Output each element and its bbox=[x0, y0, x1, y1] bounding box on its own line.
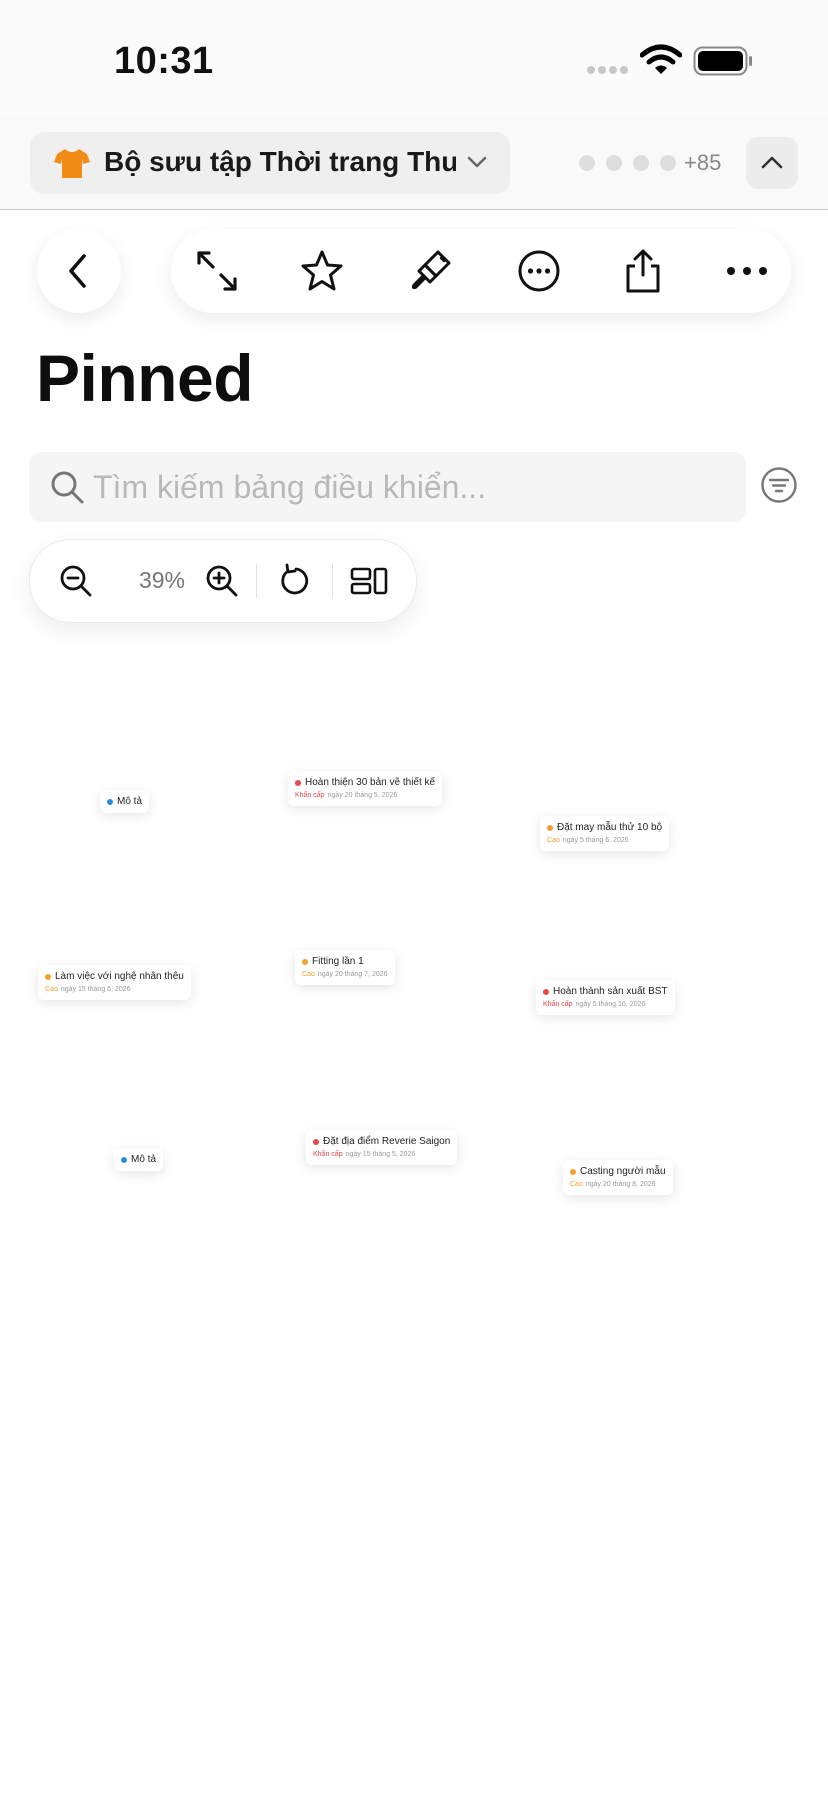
canvas[interactable]: Mô tả Hoàn thiện 30 bản vẽ thiết kế Khẩn… bbox=[0, 640, 828, 1800]
status-dot bbox=[547, 824, 553, 831]
cellular-signal-icon bbox=[587, 66, 628, 74]
toolbar bbox=[171, 229, 791, 313]
status-dot bbox=[121, 1156, 127, 1163]
canvas-card[interactable]: Đặt địa điểm Reverie Saigon Khẩn cấp ngày… bbox=[306, 1130, 458, 1165]
search-icon bbox=[51, 471, 84, 504]
status-dot bbox=[107, 798, 113, 805]
battery-icon bbox=[693, 46, 752, 76]
page-title: Pinned bbox=[36, 341, 254, 415]
wifi-icon bbox=[640, 44, 682, 74]
more-circle-icon[interactable] bbox=[517, 249, 561, 293]
canvas-card[interactable]: Mô tả bbox=[114, 1148, 164, 1171]
shirt-icon bbox=[54, 149, 90, 178]
canvas-card[interactable]: Hoàn thiện 30 bản vẽ thiết kế Khẩn cấp ng… bbox=[288, 771, 443, 806]
canvas-card[interactable]: Mô tả bbox=[100, 790, 150, 813]
filter-icon[interactable] bbox=[760, 466, 798, 504]
status-time: 10:31 bbox=[114, 40, 214, 82]
search-input[interactable] bbox=[93, 452, 733, 522]
chevron-left-icon bbox=[69, 254, 86, 288]
canvas-card[interactable]: Hoàn thành sản xuất BST Khẩn cấp ngày 5 t… bbox=[536, 980, 675, 1015]
chevron-up-icon bbox=[761, 156, 783, 169]
canvas-card[interactable]: Fitting lần 1 Cao ngày 20 tháng 7, 2026 bbox=[295, 950, 395, 985]
layout-icon[interactable] bbox=[350, 563, 388, 599]
expand-icon[interactable] bbox=[195, 249, 239, 293]
status-dot bbox=[302, 958, 308, 965]
zoom-out-icon[interactable] bbox=[58, 563, 94, 599]
paintbrush-icon[interactable] bbox=[408, 249, 452, 293]
status-dot bbox=[570, 1168, 576, 1175]
zoom-in-icon[interactable] bbox=[204, 563, 240, 599]
search-box bbox=[29, 452, 746, 522]
collapse-header-button[interactable] bbox=[746, 137, 798, 189]
ellipsis-icon[interactable] bbox=[725, 249, 769, 293]
zoom-level: 39% bbox=[138, 567, 186, 593]
back-button[interactable] bbox=[37, 229, 121, 313]
canvas-card[interactable]: Làm việc với nghệ nhân thêu Cao ngày 15 t… bbox=[38, 965, 191, 1000]
star-icon[interactable] bbox=[300, 249, 344, 293]
canvas-card[interactable]: Casting người mẫu Cao ngày 20 tháng 8, 20… bbox=[563, 1160, 673, 1195]
divider bbox=[256, 564, 257, 598]
status-dot bbox=[295, 779, 301, 786]
status-dot bbox=[313, 1138, 319, 1145]
canvas-card[interactable]: Đặt may mẫu thử 10 bộ Cao ngày 5 tháng 6,… bbox=[540, 816, 670, 851]
reset-zoom-icon[interactable] bbox=[278, 563, 314, 599]
status-dot bbox=[45, 973, 51, 980]
member-avatars[interactable] bbox=[578, 154, 678, 172]
member-count[interactable]: +85 bbox=[684, 150, 721, 176]
chevron-down-icon[interactable] bbox=[466, 154, 488, 170]
collection-title: Bộ sưu tập Thời trang Thu... bbox=[104, 146, 456, 177]
status-dot bbox=[543, 988, 549, 995]
share-icon[interactable] bbox=[621, 249, 665, 293]
divider bbox=[332, 564, 333, 598]
zoom-controls: 39% bbox=[29, 539, 417, 623]
